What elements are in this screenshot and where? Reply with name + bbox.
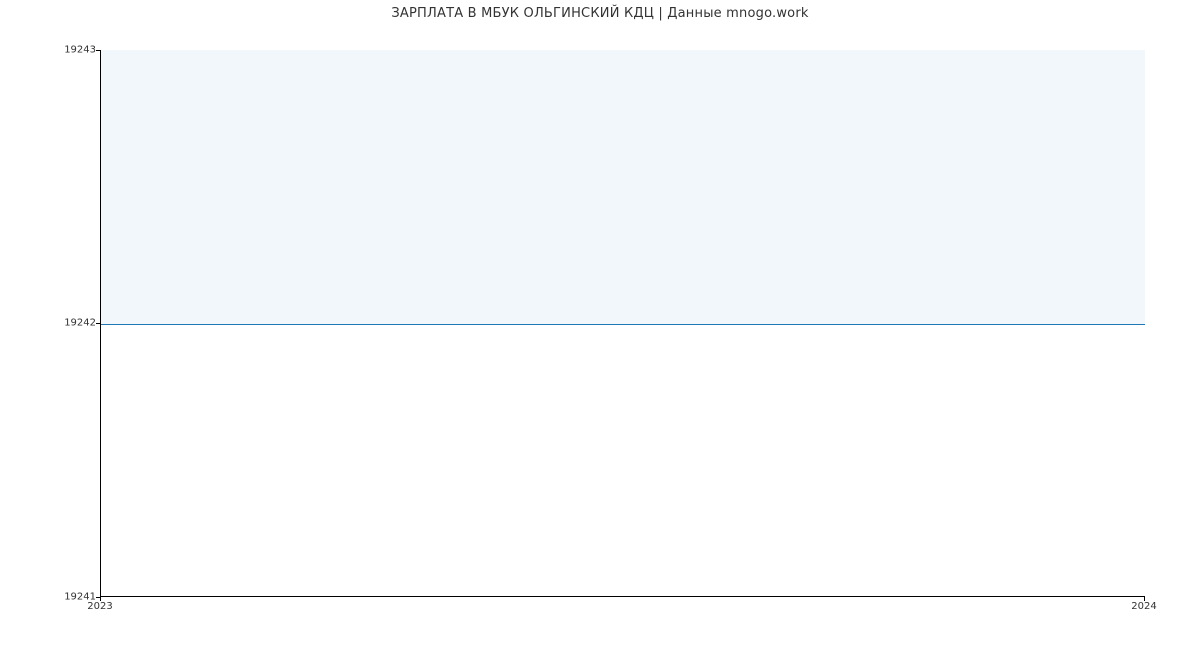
line-series bbox=[101, 324, 1145, 325]
plot-area bbox=[100, 50, 1145, 597]
area-fill bbox=[101, 50, 1145, 324]
chart-title: ЗАРПЛАТА В МБУК ОЛЬГИНСКИЙ КДЦ | Данные … bbox=[0, 6, 1200, 21]
y-tick-label: 19242 bbox=[64, 318, 96, 329]
y-tick-label: 19243 bbox=[64, 45, 96, 56]
x-tick-label: 2023 bbox=[87, 601, 112, 612]
x-tick-label: 2024 bbox=[1131, 601, 1156, 612]
chart-container: ЗАРПЛАТА В МБУК ОЛЬГИНСКИЙ КДЦ | Данные … bbox=[0, 0, 1200, 650]
